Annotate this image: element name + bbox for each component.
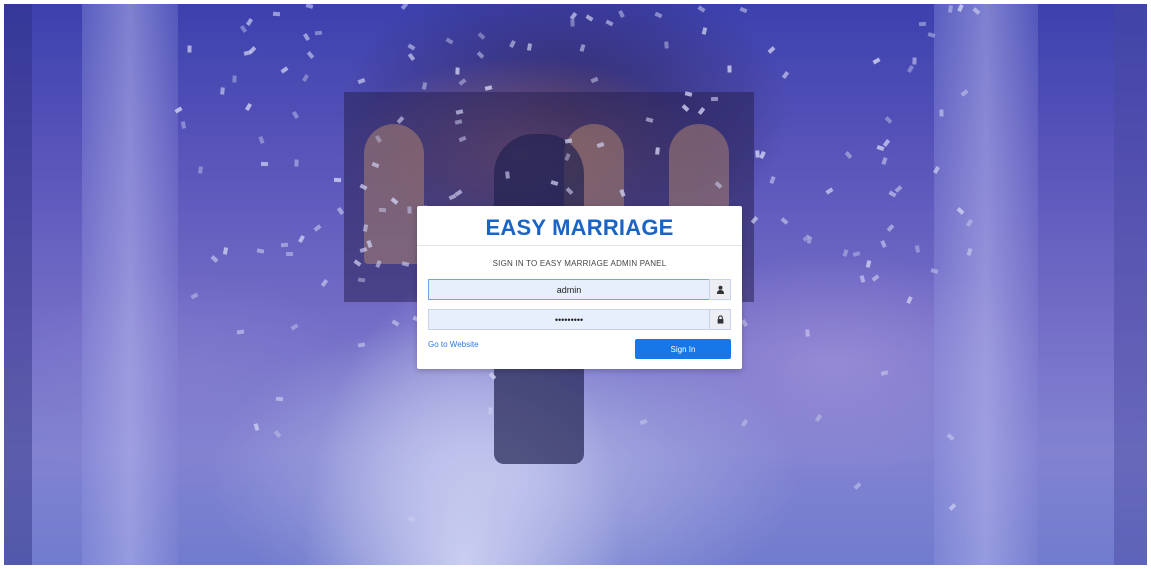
username-field-group — [428, 279, 731, 300]
user-icon — [709, 279, 731, 300]
brand-title: EASY MARRIAGE — [485, 215, 674, 240]
login-card-header: EASY MARRIAGE — [417, 206, 742, 246]
lock-icon-glyph — [717, 315, 723, 324]
login-subtitle: SIGN IN TO EASY MARRIAGE ADMIN PANEL — [492, 259, 667, 268]
lock-icon — [709, 309, 731, 330]
go-to-website-link[interactable]: Go to Website — [428, 340, 479, 349]
password-input[interactable] — [428, 309, 709, 330]
sign-in-button[interactable]: Sign In — [635, 339, 731, 359]
username-input[interactable] — [428, 279, 709, 300]
login-page: EASY MARRIAGE SIGN IN TO EASY MARRIAGE A… — [0, 0, 1151, 569]
login-card: EASY MARRIAGE SIGN IN TO EASY MARRIAGE A… — [417, 206, 742, 369]
user-icon-glyph — [716, 285, 724, 294]
password-field-group — [428, 309, 731, 330]
